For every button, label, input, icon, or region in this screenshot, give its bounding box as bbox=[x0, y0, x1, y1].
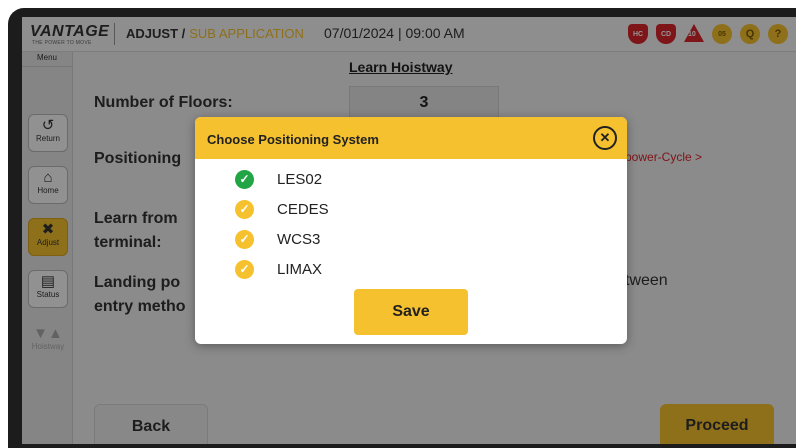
device-frame: VANTAGE THE POWER TO MOVE ADJUST / SUB AP… bbox=[0, 0, 796, 448]
check-circle-icon: ✓ bbox=[235, 259, 254, 279]
option-label: WCS3 bbox=[277, 230, 321, 248]
close-icon[interactable]: ✕ bbox=[593, 126, 617, 150]
option-wcs3[interactable]: ✓ WCS3 bbox=[235, 228, 320, 250]
option-limax[interactable]: ✓ LIMAX bbox=[235, 258, 322, 280]
screen: VANTAGE THE POWER TO MOVE ADJUST / SUB AP… bbox=[22, 17, 796, 444]
option-les02[interactable]: ✓ LES02 bbox=[235, 168, 322, 190]
option-label: LES02 bbox=[277, 170, 323, 188]
save-button[interactable]: Save bbox=[354, 289, 468, 335]
check-circle-icon: ✓ bbox=[235, 229, 254, 249]
option-label: LIMAX bbox=[277, 260, 323, 278]
positioning-system-dialog: Choose Positioning System ✕ ✓ LES02 ✓ CE… bbox=[195, 117, 627, 344]
dialog-title: Choose Positioning System bbox=[207, 132, 379, 147]
check-circle-icon: ✓ bbox=[235, 169, 254, 189]
option-cedes[interactable]: ✓ CEDES bbox=[235, 198, 329, 220]
dialog-header: Choose Positioning System ✕ bbox=[195, 117, 627, 159]
check-circle-icon: ✓ bbox=[235, 199, 254, 219]
option-label: CEDES bbox=[277, 200, 329, 218]
